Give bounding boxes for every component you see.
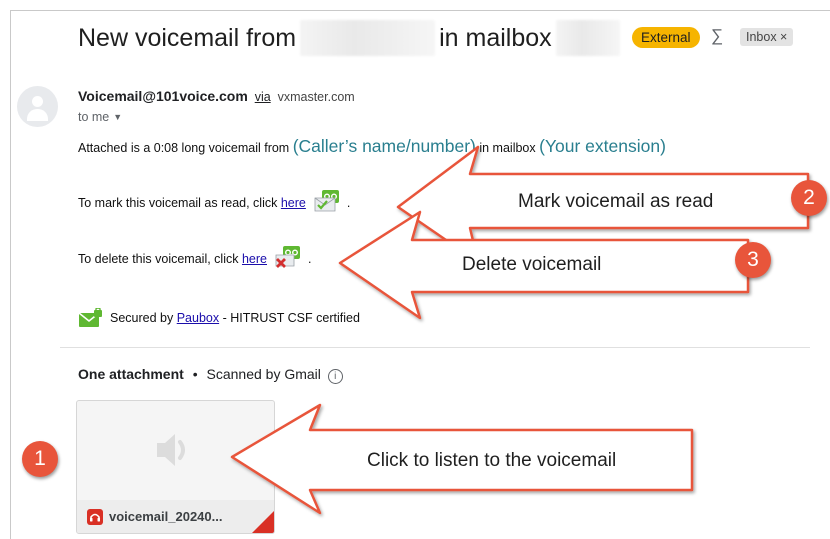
step-badge-3: 3 <box>735 242 771 278</box>
annotation-listen: Click to listen to the voicemail <box>367 450 617 471</box>
annotation-mark-read: Mark voicemail as read <box>518 191 714 212</box>
step-badge-1: 1 <box>22 441 58 477</box>
step-badge-2: 2 <box>791 180 827 216</box>
annotation-delete: Delete voicemail <box>462 254 602 275</box>
